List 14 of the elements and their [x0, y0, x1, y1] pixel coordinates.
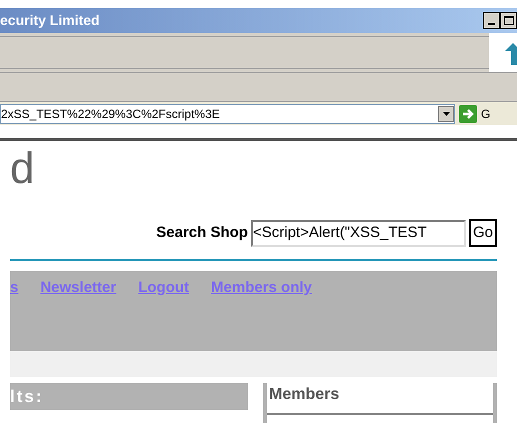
- caret-icon: [442, 112, 450, 116]
- search-field[interactable]: <Script>Alert("XSS_TEST: [250, 220, 466, 246]
- address-field[interactable]: 2xSS_TEST%22%29%3C%2Fscript%3E: [0, 104, 455, 124]
- minimize-button[interactable]: [483, 12, 500, 29]
- arrow-icon[interactable]: [505, 40, 517, 65]
- window-title: ecurity Limited: [0, 10, 100, 30]
- search-label: Search Shop: [156, 222, 248, 243]
- site-logo: d: [10, 147, 36, 191]
- dropdown-button[interactable]: [438, 106, 454, 122]
- maximize-button[interactable]: [500, 12, 517, 29]
- go-label[interactable]: G: [481, 104, 490, 123]
- members-heading: Members: [268, 385, 340, 405]
- search-button[interactable]: Go: [468, 219, 497, 247]
- results-heading: lts:: [10, 386, 44, 408]
